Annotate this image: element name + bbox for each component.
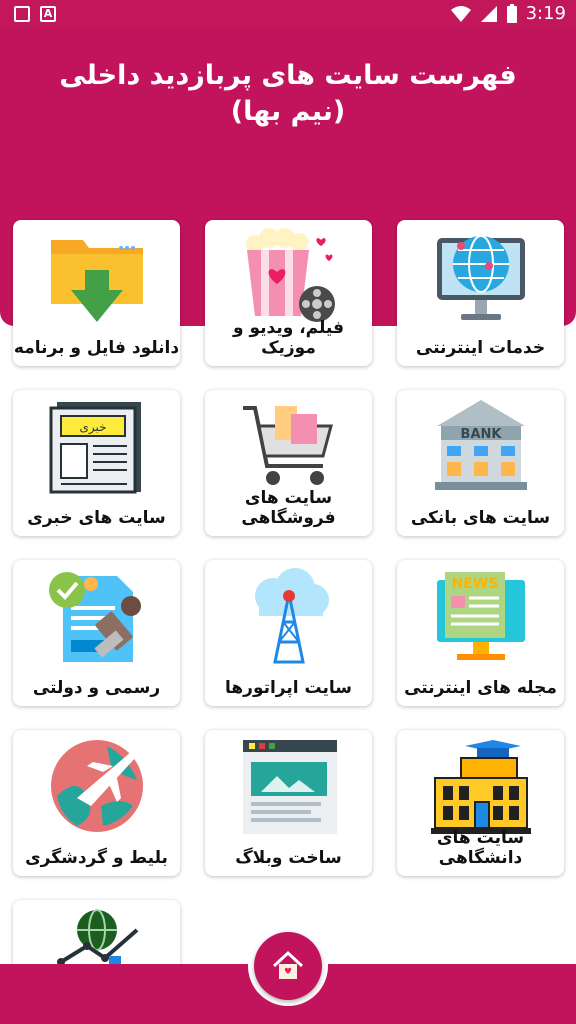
card-label: سایت های خبری: [27, 508, 166, 528]
folder-download-icon: [51, 240, 143, 322]
newspaper-icon: خبری: [49, 402, 141, 494]
card-label: دانلود فایل و برنامه: [13, 338, 180, 358]
svg-text:BANK: BANK: [461, 427, 503, 442]
webpage-icon: [243, 740, 337, 834]
card-build-blog[interactable]: ساخت وبلاگ: [205, 730, 372, 876]
popcorn-film-icon: [246, 228, 335, 322]
card-tickets-tourism[interactable]: بلیط و گردشگری: [13, 730, 180, 876]
card-online-magazines[interactable]: NEWS مجله های اینترنتی: [397, 560, 564, 706]
wifi-icon: [450, 5, 471, 22]
card-label: خدمات اینترنتی: [415, 338, 546, 358]
battery-icon: [506, 3, 517, 23]
status-bar: A 3:19: [0, 0, 576, 30]
shopping-cart-icon: [243, 406, 333, 485]
globe-monitor-icon: [437, 235, 525, 320]
card-label: فیلم، ویدیو و موزیک: [232, 318, 344, 358]
card-government[interactable]: رسمی و دولتی: [13, 560, 180, 706]
card-internet-services[interactable]: خدمات اینترنتی: [397, 220, 564, 366]
card-label: سایت های بانکی: [410, 508, 551, 528]
card-label: بلیط و گردشگری: [25, 848, 168, 868]
airplane-globe-icon: [51, 740, 143, 832]
card-label: سایت های فروشگاهی: [241, 488, 336, 528]
signal-icon: [480, 5, 497, 22]
image-notification-icon: [14, 6, 30, 22]
svg-text:خبری: خبری: [79, 420, 106, 435]
card-label: مجله های اینترنتی: [404, 678, 557, 698]
bank-icon: BANK: [435, 400, 527, 490]
card-university-sites[interactable]: سایت های دانشگاهی: [397, 730, 564, 876]
card-film-video-music[interactable]: فیلم، ویدیو و موزیک: [205, 220, 372, 366]
card-file-download[interactable]: دانلود فایل و برنامه: [13, 220, 180, 366]
card-shopping-sites[interactable]: سایت های فروشگاهی: [205, 390, 372, 536]
card-news-sites[interactable]: خبری سایت های خبری: [13, 390, 180, 536]
text-notification-icon: A: [40, 6, 56, 22]
home-button[interactable]: [254, 932, 322, 1000]
stamp-document-icon: [49, 572, 141, 662]
university-icon: [431, 740, 531, 834]
card-operator-sites[interactable]: سایت اپراتورها: [205, 560, 372, 706]
card-label: سایت اپراتورها: [224, 678, 352, 698]
card-label: رسمی و دولتی: [32, 678, 161, 698]
svg-text:NEWS: NEWS: [452, 576, 499, 592]
antenna-tower-icon: [255, 568, 329, 664]
clock-time: 3:19: [525, 3, 566, 24]
page-title: فهرست سایت های پربازدید داخلی (نیم بها): [59, 60, 517, 127]
card-label: سایت های دانشگاهی: [436, 828, 525, 868]
home-icon: [272, 950, 304, 979]
card-label: ساخت وبلاگ: [235, 848, 342, 868]
card-bank-sites[interactable]: BANK سایت های بانکی: [397, 390, 564, 536]
news-monitor-icon: NEWS: [437, 572, 525, 660]
